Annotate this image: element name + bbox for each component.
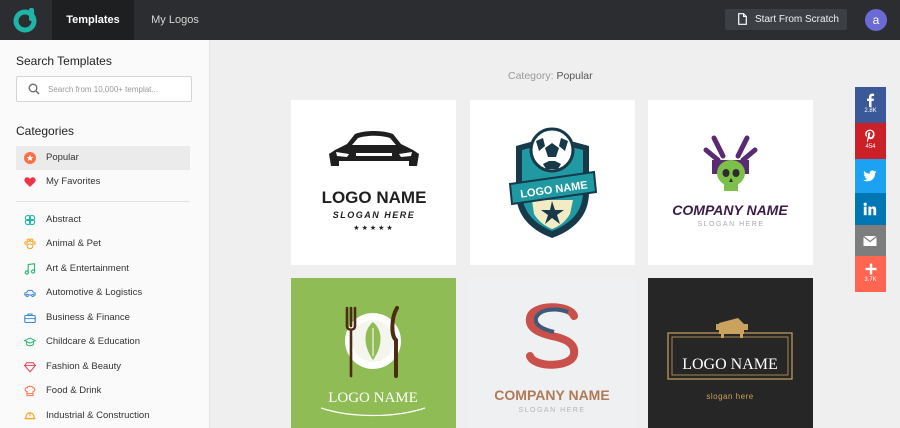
search-templates-heading: Search Templates [16, 54, 112, 68]
facebook-share-button[interactable]: 2.8K [855, 87, 886, 123]
twitter-icon [863, 170, 877, 182]
rating-stars: ★★★★★ [353, 224, 394, 232]
car-logo-preview: LOGO NAME SLOGAN HERE ★★★★★ [322, 131, 427, 232]
category-label: Popular [46, 152, 79, 163]
template-card[interactable]: COMPANY NAME SLOGAN HERE [470, 278, 635, 428]
template-title: COMPANY NAME [672, 202, 788, 218]
facebook-icon [867, 93, 875, 107]
facebook-share-count: 2.8K [864, 108, 877, 114]
soccer-shield-logo-preview: LOGO NAME [508, 127, 598, 238]
email-share-button[interactable] [855, 225, 886, 256]
car-icon [24, 289, 36, 297]
category-label: Business & Finance [46, 312, 130, 323]
template-card[interactable]: LOGO NAME [470, 100, 635, 265]
twitter-share-button[interactable] [855, 159, 886, 193]
s-monogram-logo-preview: COMPANY NAME SLOGAN HERE [494, 303, 610, 414]
brand-logo-icon[interactable] [12, 7, 38, 33]
template-slogan: slogan here [706, 392, 753, 401]
start-from-scratch-label: Start From Scratch [755, 14, 839, 25]
category-label: Childcare & Education [46, 336, 140, 347]
tab-my-logos[interactable]: My Logos [140, 0, 210, 40]
template-card[interactable]: LOGO NAME slogan here [648, 278, 813, 428]
category-label: Abstract [46, 214, 81, 225]
linkedin-icon [863, 202, 877, 216]
category-label: Industrial & Construction [46, 410, 150, 421]
pinterest-share-button[interactable]: 454 [855, 123, 886, 159]
user-avatar[interactable]: a [865, 9, 887, 31]
category-animal-pet[interactable]: Animal & Pet [16, 232, 190, 256]
heart-icon [24, 177, 36, 187]
category-heading-prefix: Category: [508, 70, 554, 82]
star-badge-icon [24, 152, 36, 164]
piano-logo-preview: LOGO NAME slogan here [667, 318, 793, 401]
plus-icon [865, 263, 877, 275]
categories-heading: Categories [16, 124, 75, 138]
pinterest-share-count: 454 [865, 144, 876, 150]
template-card[interactable]: LOGO NAME SLOGAN HERE ★★★★★ [291, 100, 456, 265]
tab-templates[interactable]: Templates [52, 0, 134, 40]
category-label: Art & Entertainment [46, 263, 129, 274]
briefcase-icon [24, 313, 36, 324]
abstract-icon [24, 214, 36, 226]
hard-hat-icon [24, 412, 36, 420]
search-box[interactable] [16, 76, 192, 102]
template-card[interactable]: LOGO NAME [291, 278, 456, 428]
category-label: Fashion & Beauty [46, 361, 121, 372]
chef-hat-icon [24, 385, 36, 397]
start-from-scratch-button[interactable]: Start From Scratch [725, 9, 847, 30]
template-title: LOGO NAME [328, 390, 418, 406]
category-business-finance[interactable]: Business & Finance [16, 306, 190, 330]
category-label: Animal & Pet [46, 238, 101, 249]
category-label: My Favorites [46, 176, 101, 187]
search-icon [28, 83, 40, 95]
category-label: Food & Drink [46, 385, 102, 396]
total-share-count: 3.7K [864, 277, 877, 283]
category-divider [16, 201, 190, 202]
category-childcare-education[interactable]: Childcare & Education [16, 330, 190, 354]
category-my-favorites[interactable]: My Favorites [16, 170, 190, 194]
template-title: COMPANY NAME [494, 387, 609, 403]
category-abstract[interactable]: Abstract [16, 208, 190, 232]
category-label: Automotive & Logistics [46, 287, 143, 298]
template-slogan: SLOGAN HERE [333, 210, 416, 220]
category-heading-value: Popular [556, 70, 593, 82]
template-slogan: SLOGAN HERE [697, 221, 764, 228]
category-art-entertainment[interactable]: Art & Entertainment [16, 257, 190, 281]
email-icon [863, 235, 877, 246]
diamond-icon [24, 362, 36, 373]
paw-icon [24, 238, 36, 250]
template-card[interactable]: COMPANY NAME SLOGAN HERE [648, 100, 813, 265]
linkedin-share-button[interactable] [855, 193, 886, 225]
skull-logo-preview: COMPANY NAME SLOGAN HERE [672, 135, 788, 228]
music-note-icon [24, 263, 36, 275]
category-fashion-beauty[interactable]: Fashion & Beauty [16, 355, 190, 379]
category-industrial-construction[interactable]: Industrial & Construction [16, 404, 190, 428]
more-share-button[interactable]: 3.7K [855, 256, 886, 292]
search-input[interactable] [48, 81, 186, 97]
sidebar: Search Templates Categories Popular My F… [0, 40, 210, 428]
category-popular[interactable]: Popular [16, 146, 190, 170]
graduation-cap-icon [24, 337, 36, 347]
top-bar: Templates My Logos Start From Scratch a [0, 0, 900, 40]
category-heading: Category: Popular [508, 70, 593, 82]
pinterest-icon [865, 129, 875, 143]
category-food-drink[interactable]: Food & Drink [16, 379, 190, 403]
template-title: LOGO NAME [682, 356, 778, 373]
blank-document-icon [738, 13, 747, 25]
template-title: LOGO NAME [322, 188, 427, 207]
category-automotive-logistics[interactable]: Automotive & Logistics [16, 281, 190, 305]
restaurant-logo-preview: LOGO NAME [320, 306, 426, 417]
template-slogan: SLOGAN HERE [518, 407, 585, 414]
